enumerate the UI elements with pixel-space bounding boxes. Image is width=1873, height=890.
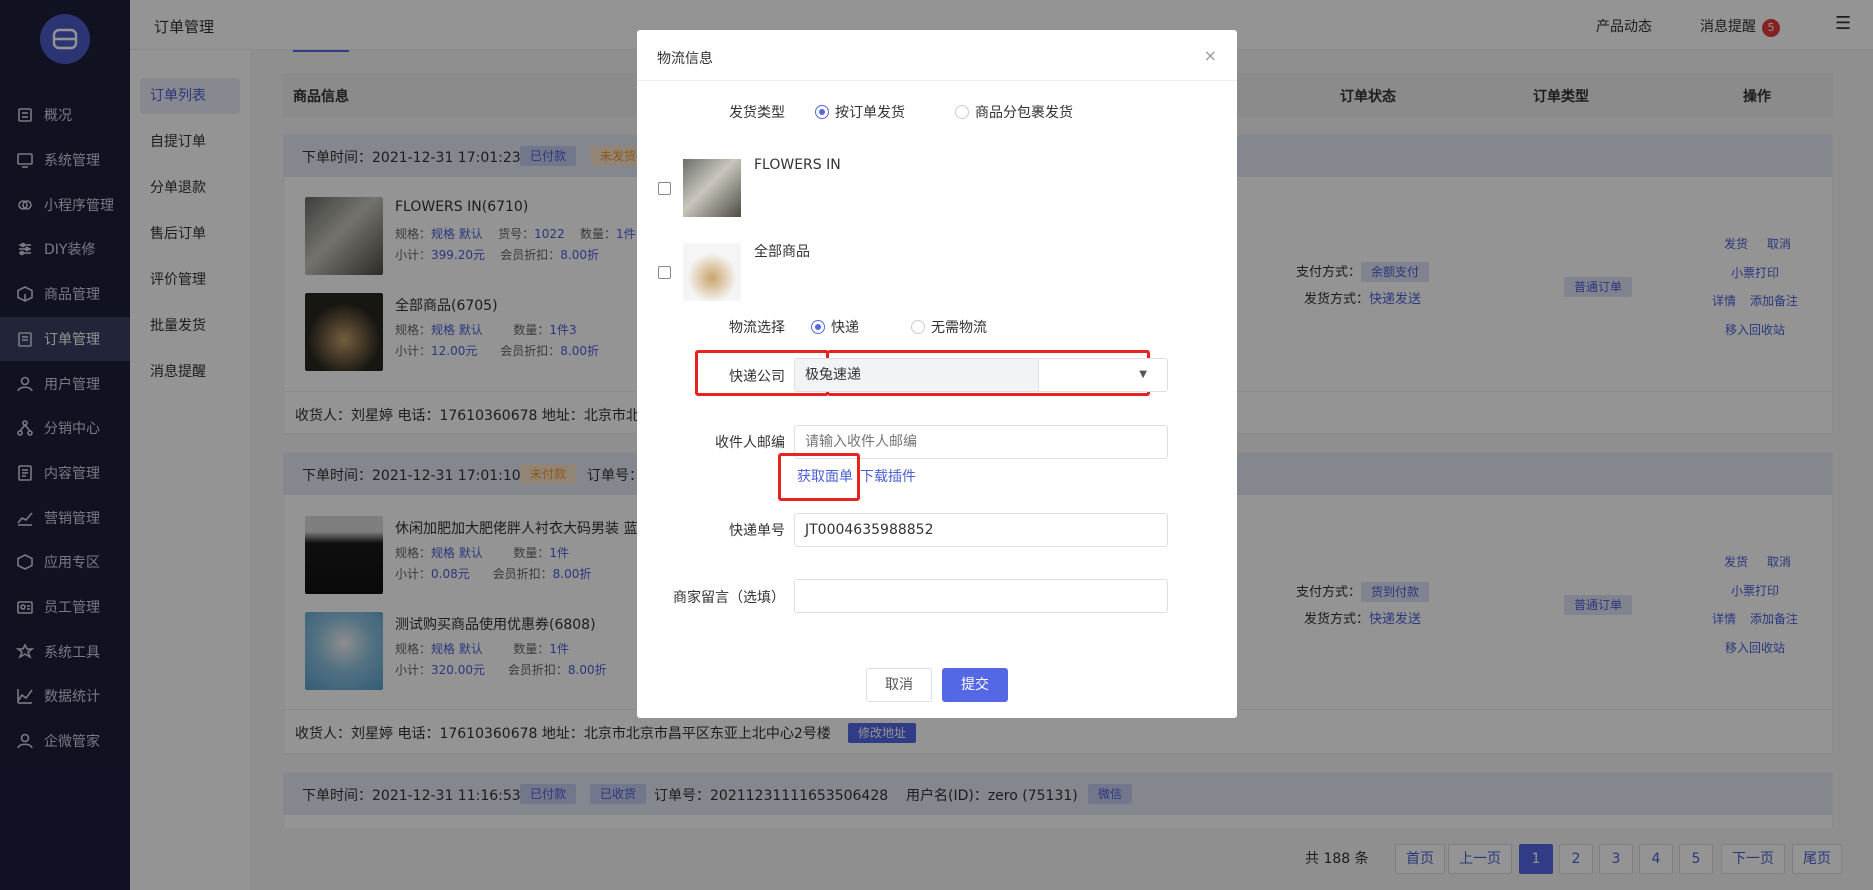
download-plugin-link[interactable]: 下载插件 <box>860 466 916 486</box>
ship-by-package-radio[interactable]: 商品分包裹发货 <box>955 102 1073 122</box>
radio-circle <box>955 105 969 119</box>
courier-label: 快递公司 <box>729 369 785 385</box>
product-thumbnail <box>683 159 741 217</box>
product-thumbnail <box>683 243 741 301</box>
tracking-label: 快递单号 <box>729 523 785 539</box>
item-checkbox[interactable] <box>658 182 671 195</box>
logistics-dialog: 物流信息 × 发货类型 按订单发货 商品分包裹发货 FLOWERS IN 全部商… <box>637 30 1237 718</box>
divider <box>637 80 1237 81</box>
radio-circle <box>811 320 825 334</box>
radio-circle <box>911 320 925 334</box>
radio-label: 无需物流 <box>931 320 987 336</box>
radio-circle <box>815 105 829 119</box>
get-waybill-link[interactable]: 获取面单 <box>797 466 853 486</box>
radio-label: 按订单发货 <box>835 105 905 121</box>
radio-label: 商品分包裹发货 <box>975 105 1073 121</box>
cancel-button[interactable]: 取消 <box>866 668 932 702</box>
chevron-down-icon[interactable]: ▼ <box>1139 359 1147 391</box>
merchant-note-label: 商家留言（选填） <box>673 590 785 606</box>
ship-by-order-radio[interactable]: 按订单发货 <box>815 102 905 122</box>
logistics-label: 物流选择 <box>729 320 785 336</box>
dialog-title: 物流信息 <box>657 51 713 67</box>
merchant-note-input[interactable] <box>794 579 1168 613</box>
zip-label: 收件人邮编 <box>715 435 785 451</box>
ship-type-label: 发货类型 <box>729 105 785 121</box>
no-logistics-radio[interactable]: 无需物流 <box>911 317 987 337</box>
select-divider <box>1038 359 1039 391</box>
item-name: 全部商品 <box>754 244 810 260</box>
courier-selected-value: 极兔速递 <box>805 367 861 383</box>
item-name: FLOWERS IN <box>754 157 841 173</box>
close-icon[interactable]: × <box>1204 46 1217 65</box>
tracking-number-input[interactable]: JT0004635988852 <box>794 513 1168 547</box>
courier-select[interactable]: 极兔速递 ▼ <box>794 358 1168 392</box>
item-checkbox[interactable] <box>658 266 671 279</box>
submit-button[interactable]: 提交 <box>942 668 1008 702</box>
express-radio[interactable]: 快递 <box>811 317 859 337</box>
radio-label: 快递 <box>831 320 859 336</box>
